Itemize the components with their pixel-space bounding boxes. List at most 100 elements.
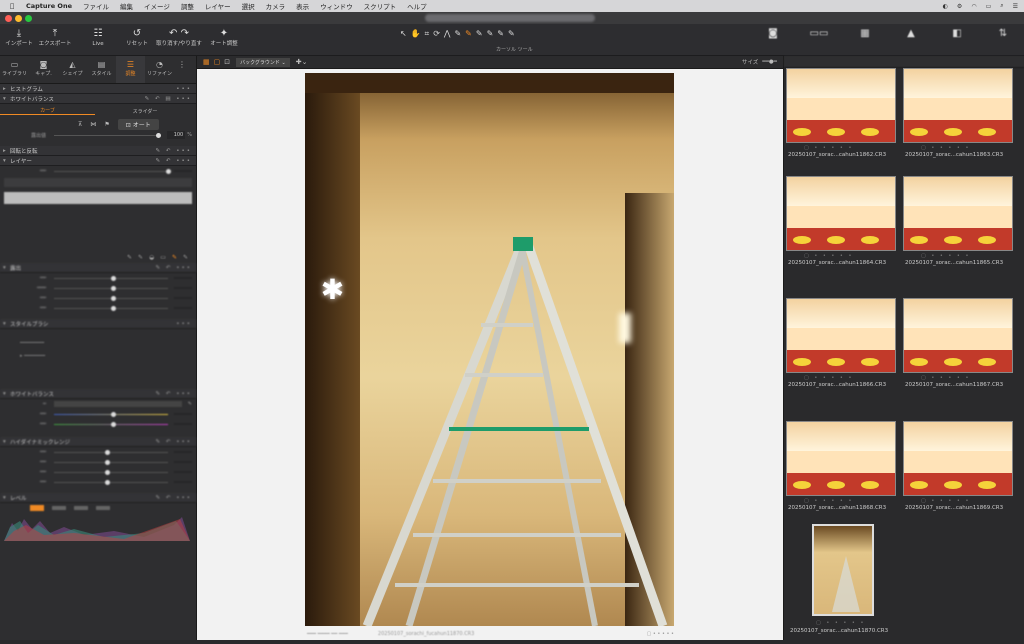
thumbnail-image[interactable] (903, 421, 1013, 496)
thumbnail-cell[interactable]: ▢ • • • • • 20250107_sorac...cahun11865.C… (901, 176, 1015, 296)
rating-stars[interactable]: ▢ • • • • • (804, 498, 853, 504)
thumbnail-image[interactable] (903, 298, 1013, 373)
tab-sliders[interactable]: スライダー (95, 108, 195, 115)
opacity-slider[interactable] (54, 168, 171, 174)
slider-knob[interactable] (111, 305, 116, 311)
thumbnail-cell[interactable]: ▢ • • • • • 20250107_sorac...cahun11870.C… (790, 524, 922, 644)
slider-knob[interactable] (105, 479, 111, 485)
section-tools[interactable]: ✎ ↶ ▤ ••• (145, 96, 192, 102)
slider-value[interactable] (174, 277, 192, 279)
levels-histogram[interactable] (4, 513, 194, 541)
status-icon[interactable]: ◐ (943, 3, 948, 10)
picker-icon[interactable]: ⊼ (78, 121, 82, 128)
size-slider[interactable]: ━━●━ (762, 59, 777, 65)
annotate-icon[interactable]: ✎ (508, 29, 515, 39)
channel-blue[interactable] (96, 506, 110, 510)
slider-track[interactable] (54, 305, 168, 311)
menu-select[interactable]: 選択 (242, 1, 255, 11)
hdr-section[interactable]: ▾ ハイダイナミックレンジ ✎ ↶ ••• (0, 437, 196, 447)
exposure-section[interactable]: ▾ 露出 ✎ ↶ ••• (0, 263, 196, 273)
thumbnail-cell[interactable]: ▢ • • • • • 20250107_sorac...cahun11866.C… (784, 298, 898, 418)
thumbnail-cell[interactable]: ▢ • • • • • 20250107_sorac...cahun11863.C… (901, 68, 1015, 188)
white-balance-section[interactable]: ▾ ホワイトバランス ✎ ↶ ••• (0, 389, 196, 399)
menu-view[interactable]: 表示 (296, 1, 309, 11)
zoom-window-button[interactable] (25, 14, 32, 22)
search-icon[interactable]: ⌕ (1000, 2, 1003, 10)
menu-adjust[interactable]: 調整 (181, 1, 194, 11)
thumbnail-image[interactable] (786, 298, 896, 373)
tab-curve[interactable]: カーブ (0, 107, 95, 115)
layers-section[interactable]: ▾ レイヤー ✎ ↶ ••• (0, 156, 196, 166)
slider-value[interactable] (174, 451, 192, 453)
rating-stars[interactable]: ▢ • • • • • (921, 498, 970, 504)
rating-stars[interactable]: ▢ • • • • • (804, 253, 853, 259)
slider-track[interactable] (54, 275, 168, 281)
section-tools[interactable]: ✎ ↶ ••• (156, 158, 192, 164)
copy-apply-button[interactable]: ⇅ (986, 27, 1020, 41)
thumbnail-image[interactable] (903, 176, 1013, 251)
brush-icon[interactable]: ✎ (454, 29, 461, 39)
slider-knob[interactable] (105, 459, 111, 465)
exposure-slider[interactable] (54, 132, 162, 138)
section-menu-icon[interactable]: ••• (176, 321, 192, 327)
camera-button[interactable]: ◙ (756, 27, 790, 41)
reset-button[interactable]: ↺ リセット (122, 27, 152, 48)
slider-knob[interactable] (111, 285, 116, 291)
slider-knob[interactable] (111, 421, 116, 427)
slider-track[interactable] (54, 459, 168, 465)
rating-stars[interactable]: ▢ • • • • • (804, 375, 853, 381)
rating-stars[interactable]: ▢ • • • • • (804, 145, 853, 151)
thumbnail-cell[interactable]: ▢ • • • • • 20250107_sorac...cahun11867.C… (901, 298, 1015, 418)
thumbnail-image[interactable] (786, 68, 896, 143)
menu-image[interactable]: イメージ (144, 1, 170, 11)
wb-mode-select[interactable] (54, 401, 182, 407)
battery-icon[interactable]: ▭ (986, 3, 992, 10)
tab-shape[interactable]: ◭ シェイプ (58, 56, 87, 83)
histogram-section[interactable]: ▸ ヒストグラム ••• (0, 84, 196, 94)
slider-track[interactable] (54, 469, 168, 475)
tab-library[interactable]: ▭ ライブラリ (0, 56, 29, 83)
grid-view-icon[interactable]: ▦ (203, 58, 210, 66)
curve-section[interactable]: ▾ ホワイトバランス ✎ ↶ ▤ ••• (0, 94, 196, 104)
tool-icon[interactable]: ✎ (183, 254, 188, 261)
main-photo[interactable]: ✱ (305, 73, 674, 626)
tab-capture[interactable]: ◙ キャプ. (29, 56, 58, 83)
live-button[interactable]: ☷ Live (86, 27, 110, 48)
slider-knob[interactable] (155, 132, 161, 138)
auto-button[interactable]: ⊡ オート (117, 118, 159, 130)
photo-rating[interactable]: ▢ • • • • • (647, 631, 674, 637)
rating-stars[interactable]: ▢ • • • • • (921, 253, 970, 259)
background-select[interactable]: バックグラウンド ⌄ (236, 57, 290, 67)
tab-adjust[interactable]: ☰ 調整 (116, 56, 145, 83)
rating-stars[interactable]: ▢ • • • • • (816, 620, 865, 626)
minimize-window-button[interactable] (15, 14, 22, 22)
wifi-icon[interactable]: ◠ (971, 3, 976, 10)
exposure-value[interactable]: 100 (167, 131, 186, 139)
menu-help[interactable]: ヘルプ (407, 1, 427, 11)
eraser-icon[interactable]: ✎ (476, 29, 483, 39)
slider-value[interactable] (174, 297, 192, 299)
gradient-icon[interactable]: ✎ (487, 29, 494, 39)
picker-icon[interactable]: ✎ (465, 29, 472, 39)
proof-button[interactable]: ◧ (940, 27, 974, 41)
rating-stars[interactable]: ▢ • • • • • (921, 375, 970, 381)
opacity-value[interactable] (174, 170, 192, 172)
channel-red[interactable] (52, 506, 66, 510)
status-icon[interactable]: ⚙ (957, 3, 962, 10)
layer-list-item[interactable] (4, 192, 192, 204)
slider-knob[interactable] (111, 411, 116, 417)
multi-view-icon[interactable]: ⊡ (224, 58, 230, 66)
slider-value[interactable] (174, 413, 192, 415)
thumbnail-cell[interactable]: ▢ • • • • • 20250107_sorac...cahun11862.C… (784, 68, 898, 188)
image-viewer[interactable]: ✱ ━━━ ━━━━ ━━ ━━━ 20250107_sorachi_fucah… (197, 69, 783, 640)
keystone-icon[interactable]: ⋀ (444, 29, 451, 39)
tool-icon[interactable]: ✎ (127, 254, 132, 261)
thumbnail-cell[interactable]: ▢ • • • • • 20250107_sorac...cahun11864.C… (784, 176, 898, 296)
rating-stars[interactable]: ▢ • • • • • (921, 145, 970, 151)
rotate-icon[interactable]: ⟳ (433, 29, 440, 39)
menu-window[interactable]: ウィンドウ (320, 1, 353, 11)
slider-knob[interactable] (105, 469, 111, 475)
menu-app-name[interactable]: Capture One (26, 2, 72, 10)
picker-icon[interactable]: ✎ (188, 401, 192, 407)
section-tools[interactable]: ✎ ↶ ••• (156, 265, 192, 271)
